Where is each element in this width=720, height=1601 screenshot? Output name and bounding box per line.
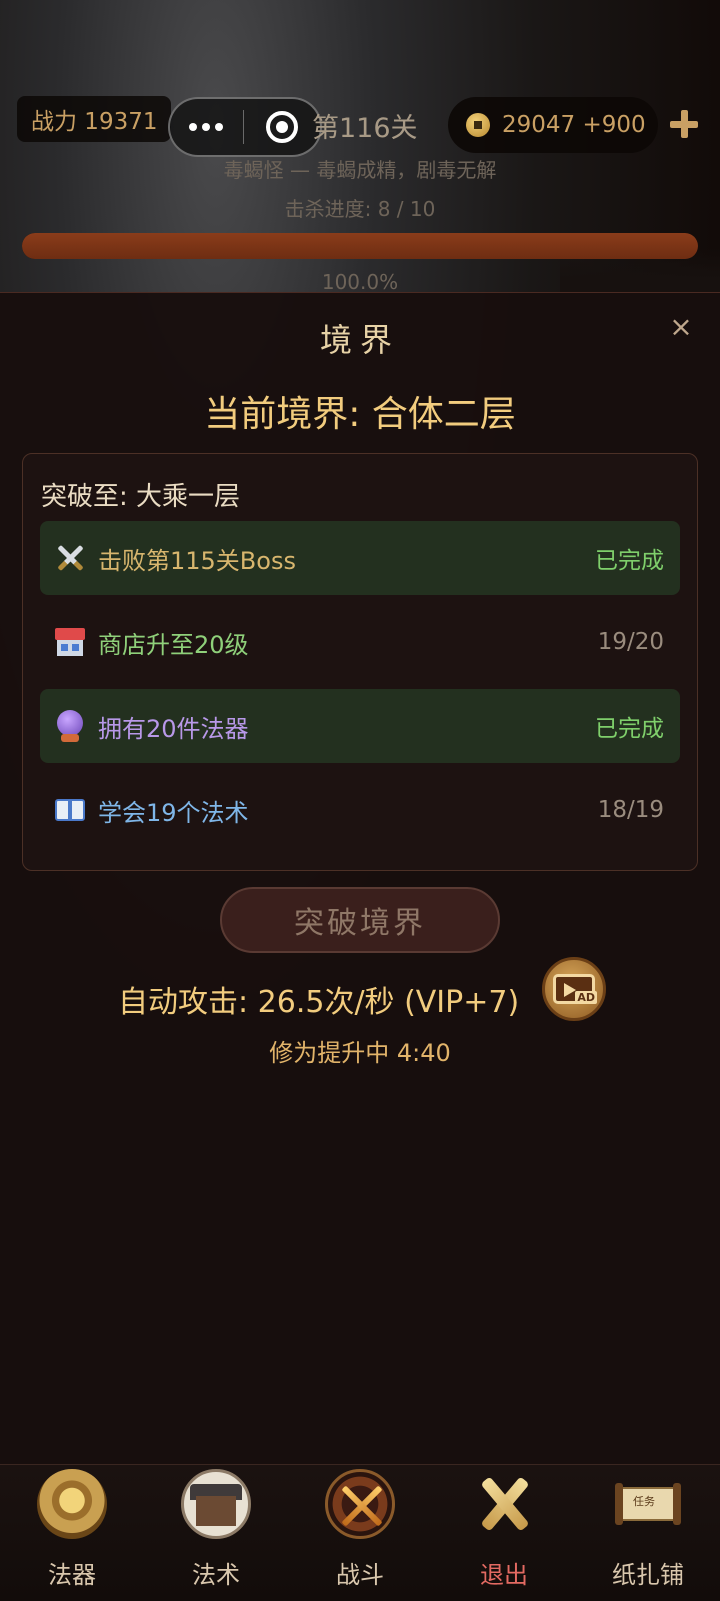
- add-coins-button[interactable]: [668, 108, 700, 140]
- current-realm: 当前境界: 合体二层: [204, 394, 516, 435]
- progress-bar: [22, 233, 698, 259]
- requirements-box: 突破至: 大乘一层 击败第115关Boss 已完成 商店升至20级 19/20 …: [22, 453, 698, 871]
- crystal-ball-icon: [52, 708, 88, 744]
- ad-badge: AD: [575, 991, 597, 1004]
- spell-hall-icon: [181, 1469, 251, 1539]
- book-icon: [52, 792, 88, 828]
- bottom-nav: 法器 法术 战斗 退出 任务 纸扎铺: [0, 1464, 720, 1601]
- nav-label: 法器: [48, 1561, 96, 1589]
- shop-icon: [52, 624, 88, 660]
- nav-label: 法术: [192, 1561, 240, 1589]
- mini-program-capsule: [168, 97, 322, 157]
- requirement-status: 19/20: [597, 629, 664, 655]
- nav-item-artifact[interactable]: 法器: [0, 1465, 144, 1601]
- coin-amount: 29047 +900: [502, 112, 646, 138]
- cultivation-timer: 修为提升中 4:40: [269, 1039, 451, 1067]
- artifact-icon: [37, 1469, 107, 1539]
- nav-label: 纸扎铺: [612, 1561, 684, 1589]
- close-icon[interactable]: ×: [668, 310, 694, 343]
- watch-ad-button[interactable]: AD: [542, 957, 606, 1021]
- requirement-row: 学会19个法术 18/19: [40, 773, 680, 847]
- panel-title: 境界: [319, 321, 400, 359]
- monster-description: 毒蝎怪 — 毒蝎成精，剧毒无解: [223, 158, 497, 182]
- coin-counter: 29047 +900: [448, 97, 658, 153]
- requirement-row: 拥有20件法器 已完成: [40, 689, 680, 763]
- requirement-status: 已完成: [595, 548, 664, 574]
- breakthrough-button[interactable]: 突破境界: [220, 887, 500, 953]
- combat-power: 战力 19371: [17, 96, 172, 142]
- nav-item-exit[interactable]: 退出: [432, 1465, 576, 1601]
- scroll-text: 任务: [633, 1495, 655, 1508]
- realm-panel: 境界 × 当前境界: 合体二层 突破至: 大乘一层 击败第115关Boss 已完…: [0, 292, 720, 1464]
- requirement-label: 拥有20件法器: [98, 714, 249, 743]
- requirement-status: 18/19: [597, 797, 664, 823]
- exit-icon: [469, 1469, 539, 1539]
- nav-label: 战斗: [336, 1561, 384, 1589]
- nav-item-battle[interactable]: 战斗: [288, 1465, 432, 1601]
- scroll-shop-icon: 任务: [613, 1469, 683, 1539]
- crossed-swords-icon: [52, 540, 88, 576]
- stage-title: 第116关: [312, 113, 418, 144]
- requirement-label: 学会19个法术: [98, 798, 249, 827]
- requirement-status: 已完成: [595, 716, 664, 742]
- coin-icon: [466, 113, 490, 137]
- battle-icon: [325, 1469, 395, 1539]
- nav-item-paper-shop[interactable]: 任务 纸扎铺: [576, 1465, 720, 1601]
- close-miniprogram-icon[interactable]: [244, 111, 320, 143]
- nav-item-spells[interactable]: 法术: [144, 1465, 288, 1601]
- auto-attack-rate: 自动攻击: 26.5次/秒 (VIP+7): [118, 985, 520, 1020]
- progress-percent: 100.0%: [321, 270, 399, 294]
- nav-label: 退出: [480, 1561, 528, 1589]
- more-menu-icon[interactable]: [170, 123, 243, 131]
- breakthrough-target: 突破至: 大乘一层: [41, 482, 241, 512]
- requirement-row: 商店升至20级 19/20: [40, 605, 680, 679]
- requirement-label: 商店升至20级: [98, 630, 249, 659]
- requirement-label: 击败第115关Boss: [98, 546, 296, 575]
- progress-bar-fill: [22, 233, 698, 259]
- requirement-row: 击败第115关Boss 已完成: [40, 521, 680, 595]
- kill-progress: 击杀进度: 8 / 10: [284, 197, 436, 221]
